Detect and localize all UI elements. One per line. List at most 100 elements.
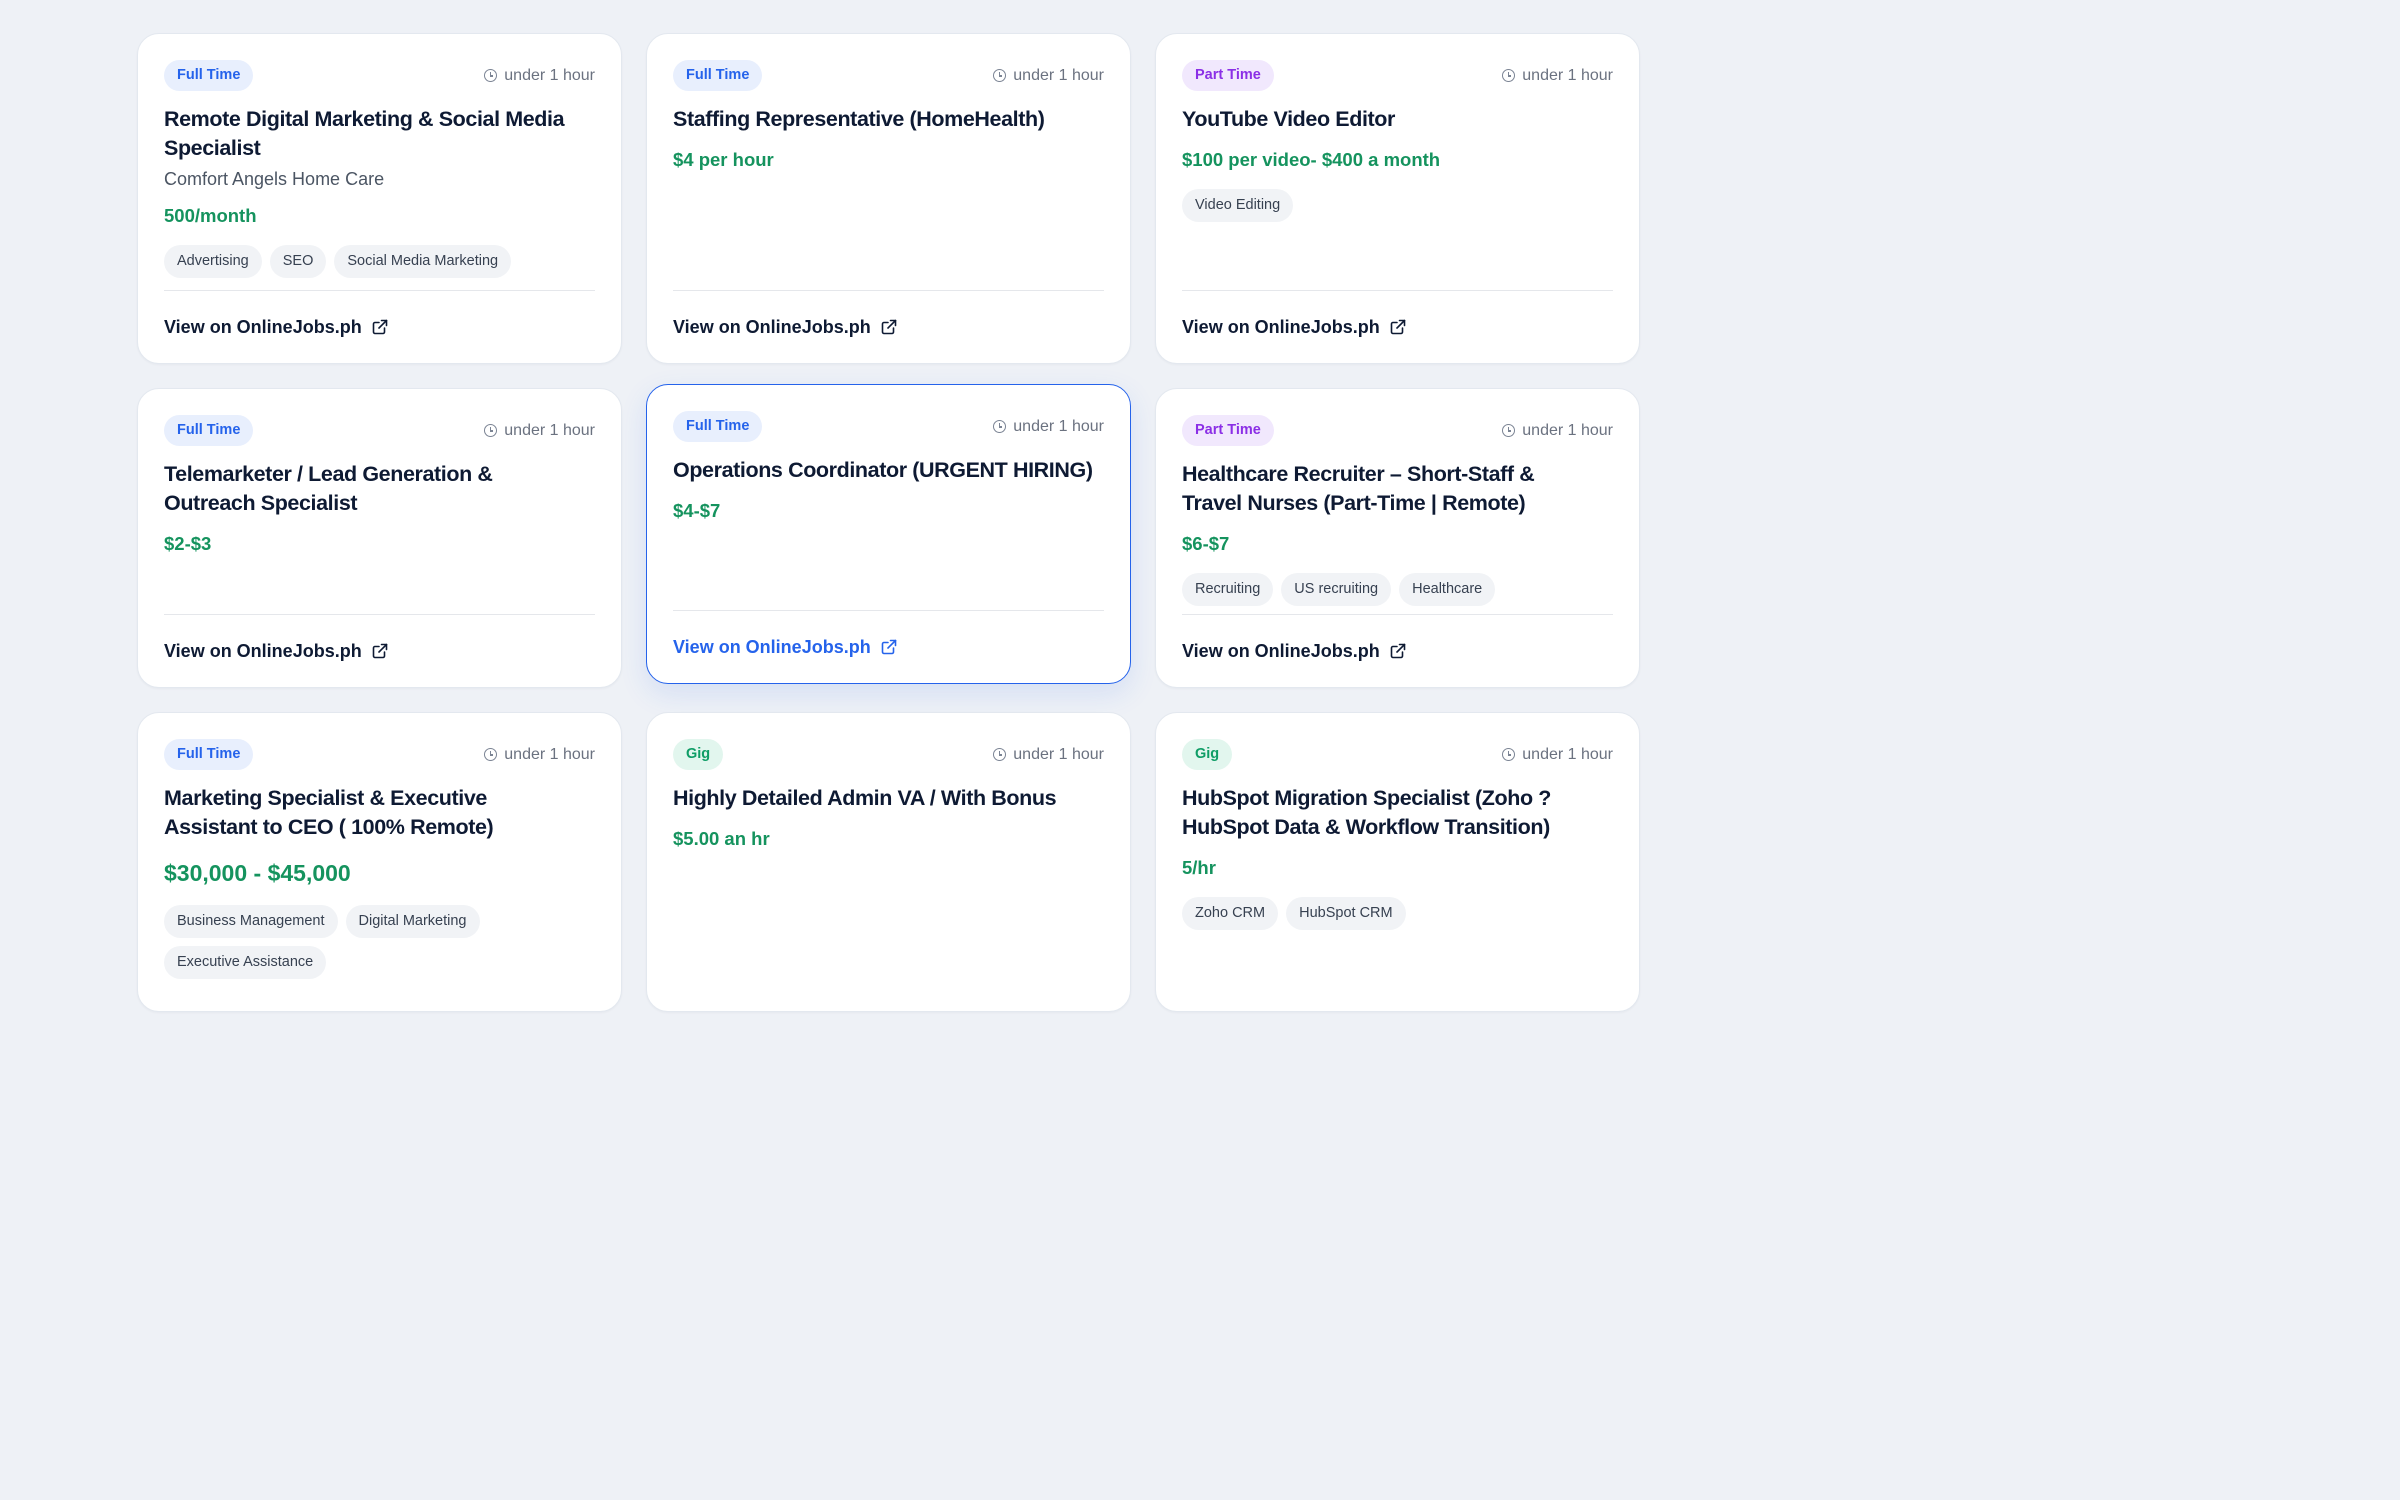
posted-time: under 1 hour <box>484 67 595 85</box>
salary: $30,000 - $45,000 <box>164 860 351 886</box>
card-header: Part Time under 1 hour <box>1182 415 1613 446</box>
salary: $100 per video- $400 a month <box>1182 149 1441 170</box>
job-title[interactable]: Operations Coordinator (URGENT HIRING) <box>673 456 1104 485</box>
job-title-line: HubSpot Data & Workflow Transition) <box>1182 815 1550 839</box>
clock-icon <box>993 420 1007 433</box>
view-link-label: View on OnlineJobs.ph <box>673 636 871 657</box>
skill-tag: Digital Marketing <box>345 905 480 938</box>
card-header: Full Time under 1 hour <box>673 60 1104 91</box>
salary: $5.00 an hr <box>673 828 770 849</box>
card-header: Part Time under 1 hour <box>1182 60 1613 91</box>
clock-icon <box>993 748 1007 761</box>
posted-time: under 1 hour <box>1502 422 1613 440</box>
job-type-badge: Gig <box>673 739 724 770</box>
posted-time: under 1 hour <box>484 422 595 440</box>
salary: $2-$3 <box>164 533 212 554</box>
posted-time: under 1 hour <box>993 418 1104 436</box>
posted-time-label: under 1 hour <box>504 745 595 763</box>
salary: $6-$7 <box>1182 533 1230 554</box>
job-card[interactable]: Part Time under 1 hour Healthcare Recrui… <box>1155 388 1640 688</box>
view-on-onlinejobs-link[interactable]: View on OnlineJobs.ph <box>673 317 897 338</box>
posted-time-label: under 1 hour <box>1522 745 1613 763</box>
posted-time-label: under 1 hour <box>504 66 595 84</box>
job-title[interactable]: Healthcare Recruiter – Short-Staff & Tra… <box>1182 460 1613 518</box>
job-card[interactable]: Full Time under 1 hour Telemarketer / Le… <box>137 388 622 688</box>
job-title[interactable]: YouTube Video Editor <box>1182 105 1613 134</box>
view-link-label: View on OnlineJobs.ph <box>673 316 871 337</box>
job-title-line: Specialist <box>164 136 261 160</box>
skill-tag: US recruiting <box>1281 573 1392 606</box>
job-title[interactable]: Marketing Specialist & Executive Assista… <box>164 784 595 842</box>
job-title[interactable]: Staffing Representative (HomeHealth) <box>673 105 1104 134</box>
job-title-line: Operations Coordinator (URGENT HIRING) <box>673 458 1093 482</box>
external-link-icon <box>372 643 388 659</box>
job-type-badge: Part Time <box>1182 60 1274 91</box>
job-type-badge: Gig <box>1182 739 1233 770</box>
job-card-selected[interactable]: Full Time under 1 hour Operations Coordi… <box>646 384 1131 684</box>
skill-tag: Recruiting <box>1182 573 1274 606</box>
view-on-onlinejobs-link[interactable]: View on OnlineJobs.ph <box>1182 641 1406 662</box>
salary: 500/month <box>164 205 257 226</box>
job-title-line: Telemarketer / Lead Generation & <box>164 462 493 486</box>
external-link-icon <box>1390 643 1406 659</box>
job-card[interactable]: Gig under 1 hour Highly Detailed Admin V… <box>646 712 1131 1012</box>
posted-time-label: under 1 hour <box>1522 66 1613 84</box>
job-title-line: Staffing Representative (HomeHealth) <box>673 107 1045 131</box>
posted-time-label: under 1 hour <box>1522 421 1613 439</box>
job-card[interactable]: Full Time under 1 hour Staffing Represen… <box>646 33 1131 364</box>
view-on-onlinejobs-link[interactable]: View on OnlineJobs.ph <box>673 637 897 658</box>
view-on-onlinejobs-link[interactable]: View on OnlineJobs.ph <box>164 641 388 662</box>
clock-icon <box>484 748 498 761</box>
job-title-line: Outreach Specialist <box>164 491 358 515</box>
job-title-line: HubSpot Migration Specialist (Zoho ? <box>1182 786 1551 810</box>
skill-tags: Zoho CRM HubSpot CRM <box>1182 897 1613 930</box>
view-link-label: View on OnlineJobs.ph <box>1182 640 1380 661</box>
card-footer: View on OnlineJobs.ph <box>1182 614 1613 687</box>
job-card[interactable]: Gig under 1 hour HubSpot Migration Speci… <box>1155 712 1640 1012</box>
skill-tags: Business Management Digital Marketing Ex… <box>164 905 595 979</box>
card-header: Full Time under 1 hour <box>164 739 595 770</box>
clock-icon <box>484 424 498 437</box>
job-title-line: Travel Nurses (Part-Time | Remote) <box>1182 491 1526 515</box>
skill-tags: Recruiting US recruiting Healthcare <box>1182 573 1613 606</box>
job-title-line: YouTube Video Editor <box>1182 107 1395 131</box>
company-name: Comfort Angels Home Care <box>164 169 385 189</box>
clock-icon <box>1502 748 1516 761</box>
job-card[interactable]: Full Time under 1 hour Marketing Special… <box>137 712 622 1012</box>
job-title[interactable]: Highly Detailed Admin VA / With Bonus <box>673 784 1104 813</box>
job-type-badge: Full Time <box>673 411 763 442</box>
skill-tag: SEO <box>269 245 327 278</box>
skill-tag: Social Media Marketing <box>334 245 512 278</box>
salary: 5/hr <box>1182 857 1216 878</box>
posted-time-label: under 1 hour <box>1013 417 1104 435</box>
job-title[interactable]: HubSpot Migration Specialist (Zoho ? Hub… <box>1182 784 1613 842</box>
external-link-icon <box>881 639 897 655</box>
job-grid: Full Time under 1 hour Remote Digital Ma… <box>137 33 1640 1012</box>
card-footer: View on OnlineJobs.ph <box>673 290 1104 363</box>
view-link-label: View on OnlineJobs.ph <box>1182 316 1380 337</box>
clock-icon <box>1502 69 1516 82</box>
job-card[interactable]: Part Time under 1 hour YouTube Video Edi… <box>1155 33 1640 364</box>
clock-icon <box>993 69 1007 82</box>
job-title-line: Assistant to CEO ( 100% Remote) <box>164 815 494 839</box>
card-footer: View on OnlineJobs.ph <box>673 610 1104 683</box>
posted-time: under 1 hour <box>1502 67 1613 85</box>
external-link-icon <box>1390 319 1406 335</box>
job-title[interactable]: Telemarketer / Lead Generation & Outreac… <box>164 460 595 518</box>
card-footer: View on OnlineJobs.ph <box>1182 290 1613 363</box>
posted-time-label: under 1 hour <box>504 421 595 439</box>
skill-tags: Video Editing <box>1182 189 1613 222</box>
card-header: Full Time under 1 hour <box>673 411 1104 442</box>
job-card[interactable]: Full Time under 1 hour Remote Digital Ma… <box>137 33 622 364</box>
posted-time-label: under 1 hour <box>1013 745 1104 763</box>
card-footer: View on OnlineJobs.ph <box>164 614 595 687</box>
job-title-line: Remote Digital Marketing & Social Media <box>164 107 565 131</box>
view-on-onlinejobs-link[interactable]: View on OnlineJobs.ph <box>164 317 388 338</box>
posted-time: under 1 hour <box>484 746 595 764</box>
skill-tags: Advertising SEO Social Media Marketing <box>164 245 595 278</box>
job-title[interactable]: Remote Digital Marketing & Social Media … <box>164 105 595 163</box>
posted-time: under 1 hour <box>1502 746 1613 764</box>
job-type-badge: Full Time <box>673 60 763 91</box>
skill-tag: Advertising <box>164 245 262 278</box>
view-on-onlinejobs-link[interactable]: View on OnlineJobs.ph <box>1182 317 1406 338</box>
